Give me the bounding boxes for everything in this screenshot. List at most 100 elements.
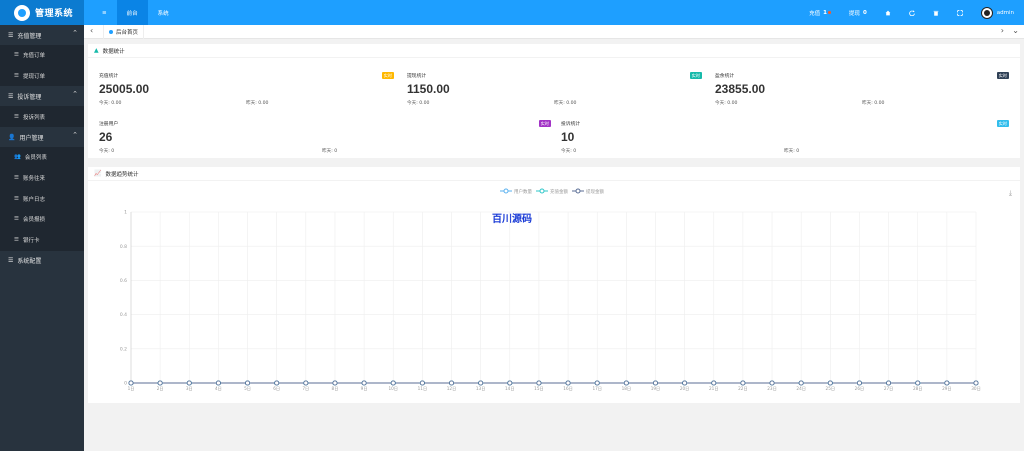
yesterday-label: 昨天: [322,149,333,154]
top-right-tools: 充值 1 提现 0 admin [791,0,1014,25]
sidebar-item-label: 投诉列表 [22,114,45,121]
menu-toggle-icon[interactable]: ≡ [92,0,117,25]
list-icon: ☰ [14,237,19,244]
sidebar-item-withdraw-orders[interactable]: ☰ 提现订单 [0,66,84,87]
sidebar-group-label: 系统配置 [17,258,42,265]
data-point [652,380,659,386]
today-value: 0.00 [727,101,738,106]
x-tick-label: 16日 [563,386,573,392]
chevron-left-icon[interactable]: ‹ [90,26,93,35]
x-tick-label: 30日 [971,386,981,392]
list-icon: ☰ [14,73,19,80]
stat-registered-users: 注册用户 实时 26 今天: 0 昨天: 0 [99,120,551,156]
stat-label: 提现统计 [407,74,427,79]
y-tick-label: 0.8 [120,244,127,250]
stat-value: 25005.00 [99,82,150,96]
x-tick-label: 9日 [361,386,368,392]
list-icon: ☰ [8,92,14,100]
brand[interactable]: 管理系统 [0,0,84,25]
stat-label: 盈余统计 [715,74,735,79]
x-tick-label: 8日 [332,386,339,392]
sidebar-item-complaint-list[interactable]: ☰ 投诉列表 [0,106,84,127]
sidebar-group-users[interactable]: 👤 用户管理 ⌃ [0,127,84,148]
data-point [623,380,629,386]
data-point [798,380,804,386]
user-menu[interactable]: admin [980,6,1014,19]
stat-value: 10 [561,130,575,144]
chevron-up-icon: ⌃ [72,131,78,140]
x-tick-label: 28日 [913,386,923,392]
stat-surplus: 盈余统计 实时 23855.00 今天: 0.00 昨天: 0.00 [715,72,1009,108]
data-point [128,380,134,386]
withdraw-label: 提现 [848,10,860,17]
x-tick-label: 25日 [826,386,836,392]
today-label: 今天: [99,101,110,106]
tab-system[interactable]: 系统 [148,0,179,25]
sidebar-group-label: 用户管理 [19,134,44,142]
data-point [565,380,571,386]
card-title: 数据统计 [102,48,125,55]
sidebar-item-bank-card[interactable]: ☰ 银行卡 [0,230,84,251]
stat-label: 注册用户 [99,122,119,127]
tab-home[interactable]: 后台首页 [103,25,145,39]
legend-marker [539,188,545,194]
user-name: admin [996,9,1014,16]
notification-dot-icon [827,11,831,14]
data-point [157,380,163,386]
chevron-right-icon[interactable]: › [1001,26,1004,35]
x-tick-label: 4日 [215,386,222,392]
sidebar: ☰ 充值管理 ⌃ ☰ 充值订单 ☰ 提现订单 ☰ 投诉管理 ⌃ ☰ 投诉列表 👤 用户… [0,25,84,451]
status-badge: 实时 [996,72,1009,79]
sidebar-item-accounts[interactable]: ☰ 账务往来 [0,168,84,189]
today-value: 0.00 [111,101,122,106]
yesterday-label: 昨天: [554,101,565,106]
today-label: 今天: [407,101,418,106]
sidebar-item-account-log[interactable]: ☰ 账户日志 [0,188,84,209]
sidebar-submenu: 👥 会员列表 ☰ 账务往来 ☰ 账户日志 ☰ 会员报损 ☰ 银行卡 [0,147,84,251]
clear-cache-icon[interactable] [933,10,939,16]
yesterday-label: 昨天: [246,101,257,106]
stats-card: ▲ 数据统计 充值统计 实时 25005.00 今天: 0.00 昨天: 0.0… [88,44,1020,158]
sidebar-item-label: 会员报损 [22,217,45,224]
yesterday-value: 0.00 [874,101,885,106]
sidebar-item-member-list[interactable]: 👥 会员列表 [0,147,84,168]
x-tick-label: 11日 [418,386,428,392]
data-point [361,380,367,386]
list-icon: ☰ [14,175,19,182]
list-icon: ☰ [14,216,19,223]
sidebar-submenu: ☰ 充值订单 ☰ 提现订单 [0,45,84,87]
sidebar-group-complaints[interactable]: ☰ 投诉管理 ⌃ [0,86,84,107]
withdraw-notice[interactable]: 提现 0 [849,9,867,17]
sidebar-item-member-report[interactable]: ☰ 会员报损 [0,209,84,230]
data-point [303,380,309,386]
sidebar-group-settings[interactable]: ☰ 系统配置 [0,250,84,271]
y-tick-label: 0.2 [120,346,127,352]
legend-label: 充值金额 [550,188,568,195]
recharge-notice[interactable]: 充值 1 [809,9,831,17]
data-point [507,380,513,386]
stat-recharge: 充值统计 实时 25005.00 今天: 0.00 昨天: 0.00 [99,72,394,108]
data-point [594,380,600,386]
data-point [332,380,338,386]
home-icon[interactable] [885,10,891,16]
data-point [448,380,455,386]
sidebar-item-recharge-orders[interactable]: ☰ 充值订单 [0,45,84,66]
fullscreen-icon[interactable] [956,9,963,16]
chevron-down-icon[interactable]: ⌄ [1012,26,1019,35]
tab-frontend[interactable]: 前台 [116,0,148,25]
sidebar-item-label: 银行卡 [22,238,40,245]
yesterday-value: 0.00 [258,101,269,106]
stat-yesterday: 昨天: 0.00 [554,100,576,106]
sidebar-group-recharge[interactable]: ☰ 充值管理 ⌃ [0,25,84,45]
data-point [711,380,717,386]
refresh-icon[interactable] [908,9,915,16]
x-tick-label: 7日 [302,386,309,392]
stat-today: 今天: 0.00 [99,100,121,106]
data-point [245,380,251,386]
stat-today: 今天: 0.00 [407,100,429,106]
users-icon: 👥 [14,154,21,161]
tab-label: 后台首页 [116,30,139,36]
data-point [886,380,892,386]
line-chart-icon: 📈 [94,170,102,177]
sidebar-item-label: 会员列表 [24,155,47,162]
